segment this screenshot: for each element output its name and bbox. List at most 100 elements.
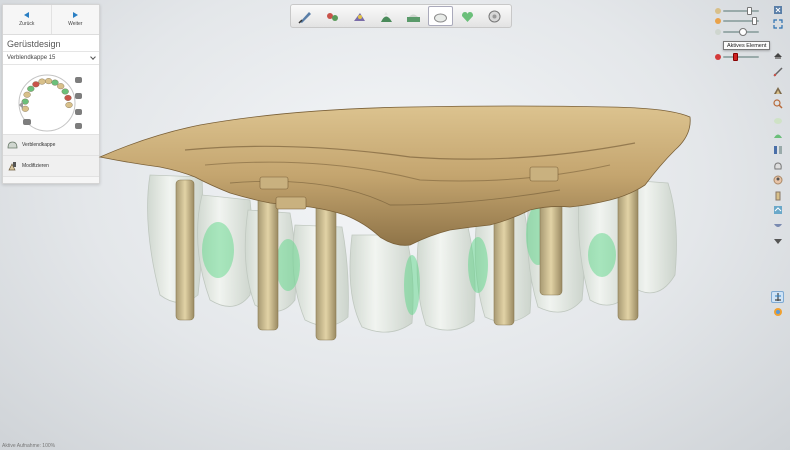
toolbar-button-face[interactable] <box>771 174 784 186</box>
panel-title: Gerüstdesign <box>3 35 99 52</box>
tooltip: Aktives Element <box>723 41 771 50</box>
fit-view-icon <box>772 19 783 29</box>
toolbar-button-zoom[interactable] <box>771 98 784 110</box>
tooth-arch-selector[interactable] <box>3 65 99 135</box>
cap-view-icon <box>773 53 782 59</box>
toolbar-button-colormap[interactable] <box>771 306 784 318</box>
distance-icon <box>773 239 782 244</box>
workflow-step-model-base[interactable] <box>401 6 426 26</box>
toolbar-button-distance[interactable] <box>771 235 784 247</box>
margin-line-icon <box>381 11 392 22</box>
toolbar-button-scan[interactable] <box>771 84 784 96</box>
cap-icon <box>7 141 18 149</box>
toolbar-button-model[interactable] <box>771 291 784 303</box>
face-icon <box>773 175 782 185</box>
scan-icon <box>773 87 782 94</box>
back-label: Zurück <box>19 21 35 27</box>
tooth-central-right <box>349 234 414 333</box>
zoom-icon <box>772 99 783 109</box>
articulator-icon <box>327 12 338 21</box>
post-6 <box>617 184 639 321</box>
workflow-step-tooth-heart[interactable] <box>455 6 480 26</box>
nav-row: Zurück Weiter <box>3 5 99 35</box>
colormap-icon <box>773 308 782 316</box>
next-label: Weiter <box>68 21 83 27</box>
arrow-left-icon <box>24 12 30 18</box>
workflow-toolbar <box>290 4 512 28</box>
workflow-step-finish-disc[interactable] <box>482 6 507 26</box>
jaw-small-icon <box>715 18 721 24</box>
arch-tooth[interactable] <box>44 78 53 85</box>
model-small-icon <box>715 29 721 35</box>
toolbar-button-tooth-view[interactable] <box>771 114 784 126</box>
arch-tooth[interactable] <box>64 94 72 101</box>
tooth-small-icon <box>715 8 721 14</box>
arch-tooth[interactable] <box>38 78 46 85</box>
toolbar-button-abutment[interactable] <box>771 190 784 202</box>
workflow-step-scan-brush[interactable] <box>293 6 318 26</box>
arch-tooth[interactable] <box>32 81 40 88</box>
arrow-right-icon <box>72 12 78 18</box>
toolbar-button-jaw[interactable] <box>771 220 784 232</box>
toolbar-button-cap-view[interactable] <box>771 50 784 62</box>
dropdown-value: Verblendkappe 15 <box>7 55 56 61</box>
slider-upper[interactable] <box>714 7 762 15</box>
tooth-heart-icon <box>462 11 473 22</box>
model-tool-icon <box>354 12 365 21</box>
gingiva-icon <box>773 134 782 138</box>
workflow-step-framework[interactable] <box>428 6 453 26</box>
framework-icon <box>434 13 447 22</box>
toolbar-button-section[interactable] <box>771 144 784 156</box>
tool-modifizieren-label: Modifizieren <box>22 163 49 169</box>
toolbar-button-crown[interactable] <box>771 160 784 172</box>
finish-disc-icon <box>488 10 501 22</box>
tooth-view-icon <box>773 118 782 124</box>
back-button[interactable]: Zurück <box>3 5 51 34</box>
workflow-step-margin-line[interactable] <box>374 6 399 26</box>
close-view-icon <box>773 6 782 14</box>
next-button[interactable]: Weiter <box>50 5 100 34</box>
arch-tooth[interactable] <box>65 102 73 109</box>
post-3 <box>315 194 337 341</box>
tooth-arch-icon <box>18 74 82 132</box>
toolbar-button-bite[interactable] <box>771 204 784 216</box>
tooth-central-left <box>416 224 476 331</box>
dental-3d-viewport[interactable] <box>90 95 700 355</box>
tool-modifizieren[interactable]: Modifizieren <box>3 156 99 177</box>
framework-design-panel: Zurück Weiter Gerüstdesign Verblendkappe… <box>2 4 100 184</box>
post-1 <box>175 179 195 321</box>
toolbar-button-measure[interactable] <box>771 66 784 78</box>
model-icon <box>774 293 781 301</box>
transparency-sliders <box>714 7 762 61</box>
arch-tooth[interactable] <box>57 83 65 90</box>
jaw-icon <box>773 224 782 227</box>
bite-icon <box>773 206 782 214</box>
scan-brush-icon <box>298 11 311 24</box>
workflow-step-model-tool[interactable] <box>347 6 372 26</box>
measure-icon <box>772 67 783 77</box>
toolbar-button-fit-view[interactable] <box>771 18 784 30</box>
post-2 <box>257 184 279 331</box>
tool-verblendkappe-label: Verblendkappe <box>22 142 56 148</box>
slider-antagonist[interactable] <box>714 17 762 25</box>
arch-tooth[interactable] <box>61 88 69 95</box>
slider-active-element[interactable] <box>714 53 762 61</box>
model-base-icon <box>407 14 420 22</box>
section-icon <box>773 146 782 154</box>
arch-tooth[interactable] <box>51 79 59 86</box>
crown-icon <box>773 162 782 170</box>
toolbar-button-close-view[interactable] <box>771 4 784 16</box>
arch-tooth[interactable] <box>23 91 31 98</box>
toolbar-button-gingiva[interactable] <box>771 129 784 141</box>
tool-verblendkappe[interactable]: Verblendkappe <box>3 135 99 156</box>
workflow-step-articulator[interactable] <box>320 6 345 26</box>
slider-model[interactable] <box>714 28 762 36</box>
element-dropdown[interactable]: Verblendkappe 15 <box>3 52 99 65</box>
chevron-down-icon <box>90 54 96 60</box>
gum-small-icon <box>715 54 721 60</box>
tooth-molar-right <box>147 174 204 303</box>
status-text: Aktive Aufnahme: 100% <box>2 443 56 449</box>
modify-icon <box>8 162 16 171</box>
arch-tooth[interactable] <box>27 85 35 92</box>
abutment-icon <box>775 191 780 201</box>
